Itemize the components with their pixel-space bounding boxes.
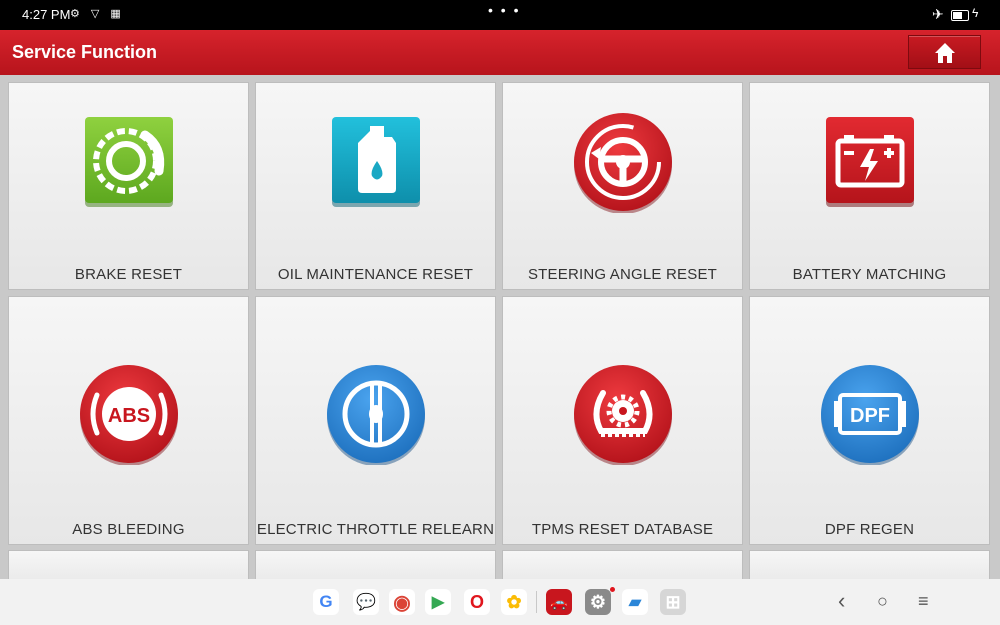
photos-app-icon[interactable]: ✿ <box>501 589 527 615</box>
steering-wheel-icon <box>574 113 672 213</box>
back-button[interactable]: ‹ <box>838 588 845 614</box>
dpf-regen-tile[interactable]: DPF DPF REGEN <box>749 296 990 545</box>
app-header: Service Function <box>0 30 1000 75</box>
tpms-reset-database-label: TPMS RESET DATABASE <box>531 521 714 538</box>
function-tile-partial[interactable] <box>502 550 743 579</box>
service-function-grid: BRAKE RESET OIL MAINTENANCE RESET STEERI… <box>0 75 1000 579</box>
tpms-reset-database-tile[interactable]: TPMS RESET DATABASE <box>502 296 743 545</box>
battery-icon <box>826 117 914 207</box>
status-indicators: ⚙ ▽ ▦ <box>70 8 125 20</box>
charging-icon: ϟ <box>972 6 979 20</box>
tpms-icon <box>574 365 672 465</box>
home-icon <box>935 43 955 63</box>
electric-throttle-relearn-label: ELECTRIC THROTTLE RELEARN <box>256 521 495 538</box>
brake-reset-label: BRAKE RESET <box>74 266 183 283</box>
oil-maintenance-reset-tile[interactable]: OIL MAINTENANCE RESET <box>255 82 496 290</box>
airplane-mode-icon: ✈ <box>932 6 944 22</box>
status-center-dots: • • • <box>488 2 521 18</box>
status-bar: 4:27 PM ⚙ ▽ ▦ • • • ✈ ϟ <box>0 0 1000 30</box>
opera-app-icon[interactable]: O <box>464 589 490 615</box>
page-title: Service Function <box>12 42 158 62</box>
oil-bottle-icon <box>332 117 420 207</box>
chrome-app-icon[interactable]: ◉ <box>389 589 415 615</box>
battery-matching-tile[interactable]: BATTERY MATCHING <box>749 82 990 290</box>
recents-button[interactable]: ≡ <box>918 591 929 612</box>
function-tile-partial[interactable] <box>255 550 496 579</box>
electric-throttle-relearn-tile[interactable]: ELECTRIC THROTTLE RELEARN <box>255 296 496 545</box>
abs-icon: ABS <box>80 365 178 465</box>
dpf-regen-label: DPF REGEN <box>824 521 915 538</box>
status-time: 4:27 PM <box>22 7 71 22</box>
abs-bleeding-tile[interactable]: ABS ABS BLEEDING <box>8 296 249 545</box>
play-store-app-icon[interactable]: ▶ <box>425 589 451 615</box>
throttle-icon <box>327 365 425 465</box>
gallery-app-icon[interactable]: ▰ <box>622 589 648 615</box>
dock-divider <box>536 591 537 613</box>
brake-reset-tile[interactable]: BRAKE RESET <box>8 82 249 290</box>
dpf-icon-text: DPF <box>850 405 890 427</box>
system-nav-bar: G 💬 ◉ ▶ O ✿ 🚗 ⚙ ▰ ⊞ ‹ ○ ≡ <box>0 579 1000 625</box>
dpf-icon: DPF <box>821 365 919 465</box>
notification-dot <box>610 587 615 592</box>
google-app-icon[interactable]: G <box>313 589 339 615</box>
messages-app-icon[interactable]: 💬 <box>353 589 379 615</box>
settings-app-icon[interactable]: ⚙ <box>585 589 611 615</box>
home-nav-button[interactable]: ○ <box>877 591 888 612</box>
brake-disc-icon <box>85 117 173 207</box>
home-button[interactable] <box>908 35 981 69</box>
launch-diagnostic-app-icon[interactable]: 🚗 <box>546 589 572 615</box>
abs-icon-text: ABS <box>108 405 150 427</box>
app-drawer-icon[interactable]: ⊞ <box>660 589 686 615</box>
oil-maintenance-reset-label: OIL MAINTENANCE RESET <box>277 266 474 283</box>
battery-status-icon <box>951 10 969 21</box>
steering-angle-reset-label: STEERING ANGLE RESET <box>527 266 718 283</box>
function-tile-partial[interactable] <box>8 550 249 579</box>
abs-bleeding-label: ABS BLEEDING <box>72 521 185 538</box>
battery-matching-label: BATTERY MATCHING <box>792 266 947 283</box>
steering-angle-reset-tile[interactable]: STEERING ANGLE RESET <box>502 82 743 290</box>
function-tile-partial[interactable] <box>749 550 990 579</box>
